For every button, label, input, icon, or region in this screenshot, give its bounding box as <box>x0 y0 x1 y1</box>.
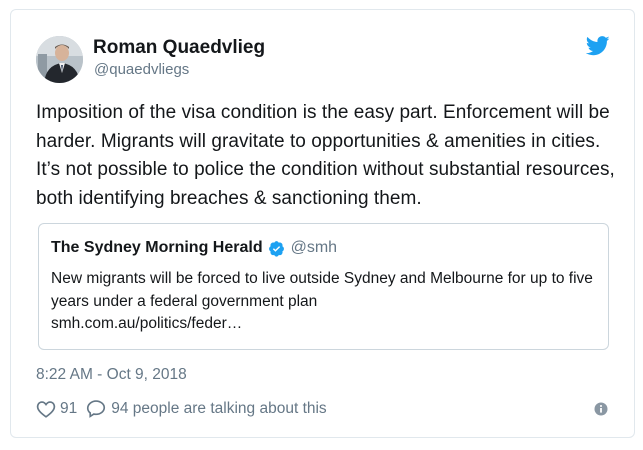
author-handle[interactable]: @quaedvliegs <box>94 61 189 78</box>
avatar-photo <box>36 36 83 83</box>
quoted-tweet-card[interactable]: The Sydney Morning Herald @smh New migra… <box>38 223 609 350</box>
like-button[interactable]: 91 <box>36 400 77 418</box>
twitter-bird-icon[interactable] <box>586 36 610 56</box>
avatar[interactable] <box>36 36 83 83</box>
quoted-tweet-link[interactable]: smh.com.au/politics/feder… <box>51 313 603 336</box>
tweet-actions: 91 94 people are talking about this <box>36 399 327 418</box>
quoted-author-handle: @smh <box>290 239 338 256</box>
verified-badge-icon <box>268 240 284 257</box>
tweet-timestamp[interactable]: 8:22 AM - Oct 9, 2018 <box>36 366 187 384</box>
tweet-text: Imposition of the visa condition is the … <box>36 102 615 209</box>
tweet-card: Roman Quaedvlieg @quaedvliegs Imposition… <box>10 9 635 438</box>
talking-link[interactable]: 94 people are talking about this <box>86 399 327 418</box>
quoted-author-name: The Sydney Morning Herald <box>51 239 263 256</box>
quoted-tweet-body: New migrants will be forced to live outs… <box>51 268 603 336</box>
quoted-tweet-header: The Sydney Morning Herald @smh <box>51 239 337 257</box>
quoted-tweet-text: New migrants will be forced to live outs… <box>51 270 593 310</box>
info-icon[interactable] <box>594 402 608 416</box>
speech-bubble-icon <box>87 400 106 418</box>
author-display-name[interactable]: Roman Quaedvlieg <box>93 37 265 59</box>
heart-icon <box>36 400 56 418</box>
talking-count: 94 people are talking about this <box>111 399 327 417</box>
like-count: 91 <box>60 399 78 417</box>
